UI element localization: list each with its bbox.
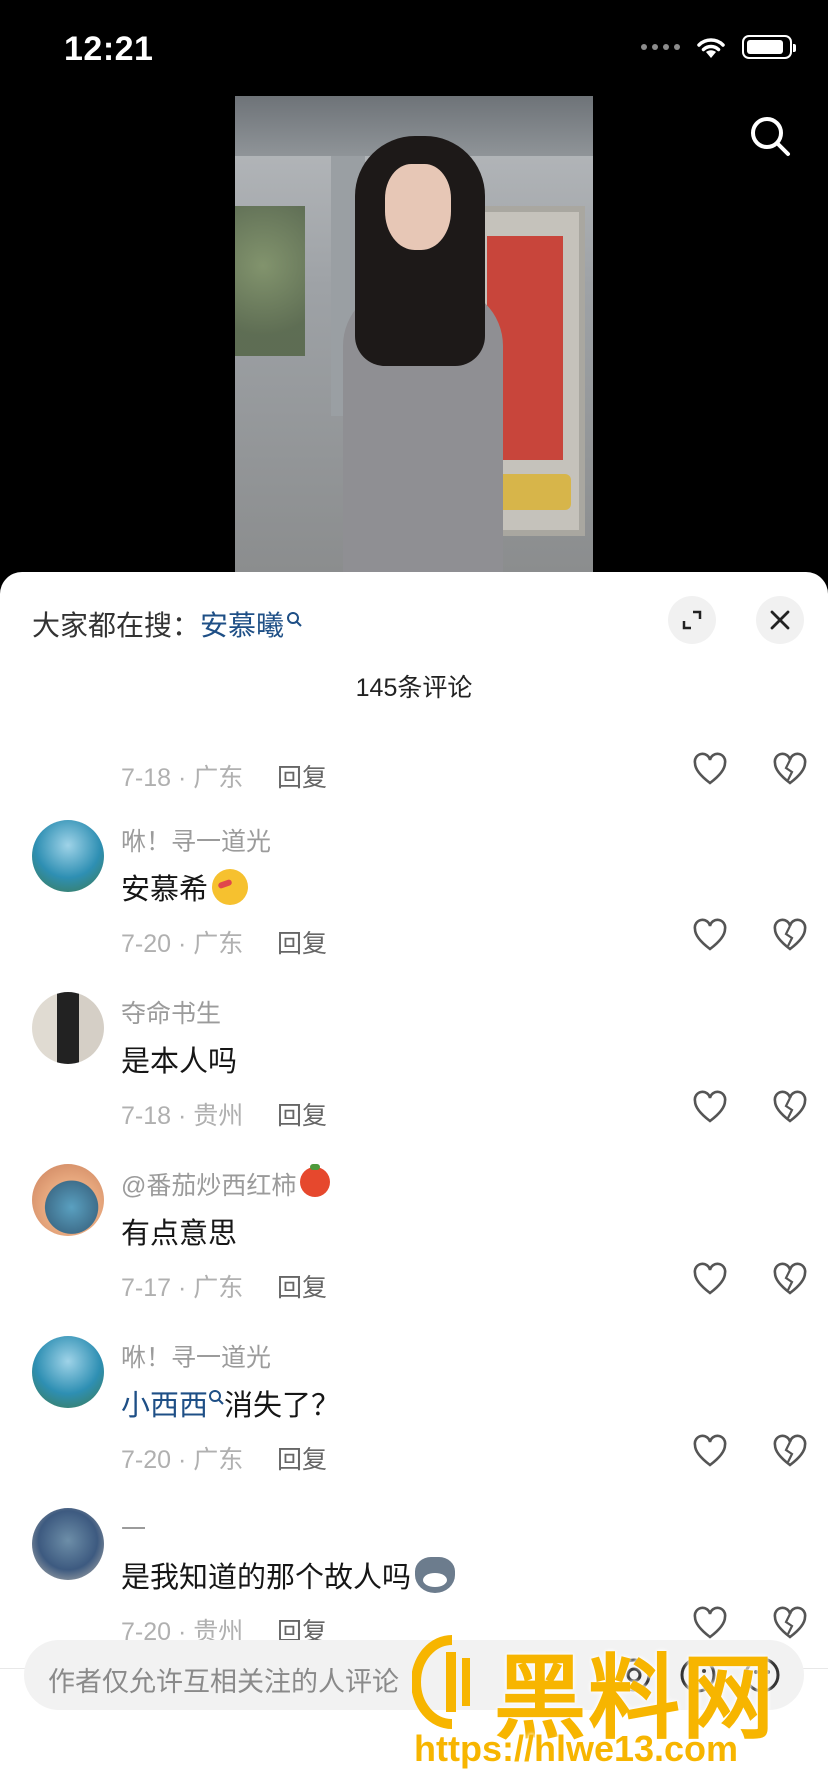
reply-button[interactable]: 回复 [277,924,327,960]
close-button[interactable] [756,596,804,644]
dislike-icon[interactable] [772,1434,808,1470]
heart-icon[interactable] [692,1606,728,1642]
comment-count: 145条评论 [355,674,473,702]
search-icon [209,1390,224,1405]
dislike-icon[interactable] [772,1090,808,1126]
hot-search[interactable]: 大家都在搜： 安慕曦 [32,604,302,644]
comment-username[interactable]: 一 [121,1510,146,1546]
comment-text: 小西西 消失了？ [121,1382,340,1424]
comment-input-bar[interactable]: 作者仅允许互相关注的人评论 [24,1640,804,1710]
comment-meta: 7-18 · 贵州 [121,1102,244,1130]
comment-text: 是本人吗 [121,1046,238,1078]
avatar[interactable] [32,1336,104,1408]
comment-username-text: @番茄炒西红柿 [121,1172,297,1200]
comment-input-placeholder: 作者仅允许互相关注的人评论 [48,1667,399,1697]
wolf-emoji-icon [415,1557,456,1593]
search-icon[interactable] [748,114,792,158]
comment-text-body: 安慕希 [121,874,209,906]
comment-meta: 7-20 · 广东 [121,930,244,958]
comment-text: 有点意思 [121,1218,238,1250]
emoji-icon[interactable] [678,1655,718,1695]
comment-list[interactable]: 7-18 · 广东 回复 咻！寻一道光 安慕希 7-20 · 广东 回复 夺命书… [0,702,828,1668]
mention-icon[interactable] [614,1655,654,1695]
comment-meta: 7-20 · 广东 [121,1446,244,1474]
video-player[interactable] [235,96,593,572]
emoji-icon [212,869,249,905]
comment-item: @番茄炒西红柿 有点意思 7-17 · 广东 回复 [0,1164,828,1336]
dislike-icon[interactable] [772,1606,808,1642]
heart-icon[interactable] [692,1262,728,1298]
hot-search-term[interactable]: 安慕曦 [200,604,284,644]
avatar[interactable] [32,992,104,1064]
reply-button[interactable]: 回复 [277,1440,327,1476]
expand-button[interactable] [668,596,716,644]
comment-text-body: 是我知道的那个故人吗 [121,1562,412,1594]
reply-button[interactable]: 回复 [277,1096,327,1132]
search-icon [287,612,302,627]
comment-username[interactable]: 咻！寻一道光 [121,822,271,858]
close-icon [770,610,790,630]
heart-icon[interactable] [692,1090,728,1126]
comment-sheet: 大家都在搜： 安慕曦 145条评论 7-18 · 广东 回复 咻！寻一道光 安慕… [0,572,828,1792]
heart-icon[interactable] [692,752,728,788]
video-person [335,136,505,572]
comment-item: 咻！寻一道光 安慕希 7-20 · 广东 回复 [0,820,828,992]
comment-item: 夺命书生 是本人吗 7-18 · 贵州 回复 [0,992,828,1164]
comment-text: 是我知道的那个故人吗 [121,1554,456,1596]
comment-username[interactable]: @番茄炒西红柿 [121,1164,331,1202]
status-bar: 12:21 [0,0,828,96]
wifi-icon [697,38,725,58]
avatar[interactable] [32,1508,104,1580]
avatar[interactable] [32,820,104,892]
comment-text-body: 消失了？ [224,1390,341,1422]
comment-meta: 7-17 · 广东 [121,1274,244,1302]
reply-button[interactable]: 回复 [277,1268,327,1304]
dislike-icon[interactable] [772,1262,808,1298]
battery-icon [742,35,796,59]
comment-item: 7-18 · 广东 回复 [0,702,828,826]
hot-search-prefix: 大家都在搜： [32,610,201,641]
comment-search-link[interactable]: 小西西 [121,1382,208,1424]
tomato-emoji-icon [300,1164,331,1197]
dislike-icon[interactable] [772,918,808,954]
dislike-icon[interactable] [772,752,808,788]
expand-icon [682,610,702,630]
video-trees [235,206,305,356]
comment-username[interactable]: 咻！寻一道光 [121,1338,271,1374]
comment-text: 安慕希 [121,866,249,908]
emoji-icon[interactable] [742,1655,782,1695]
signal-icon [641,44,680,50]
reply-button[interactable]: 回复 [277,758,327,794]
heart-icon[interactable] [692,918,728,954]
comment-item: 咻！寻一道光 小西西 消失了？ 7-20 · 广东 回复 [0,1336,828,1508]
comment-username[interactable]: 夺命书生 [121,994,221,1030]
avatar[interactable] [32,1164,104,1236]
status-icons [641,34,796,60]
status-time: 12:21 [64,30,154,68]
heart-icon[interactable] [692,1434,728,1470]
comment-meta: 7-18 · 广东 [121,764,244,792]
